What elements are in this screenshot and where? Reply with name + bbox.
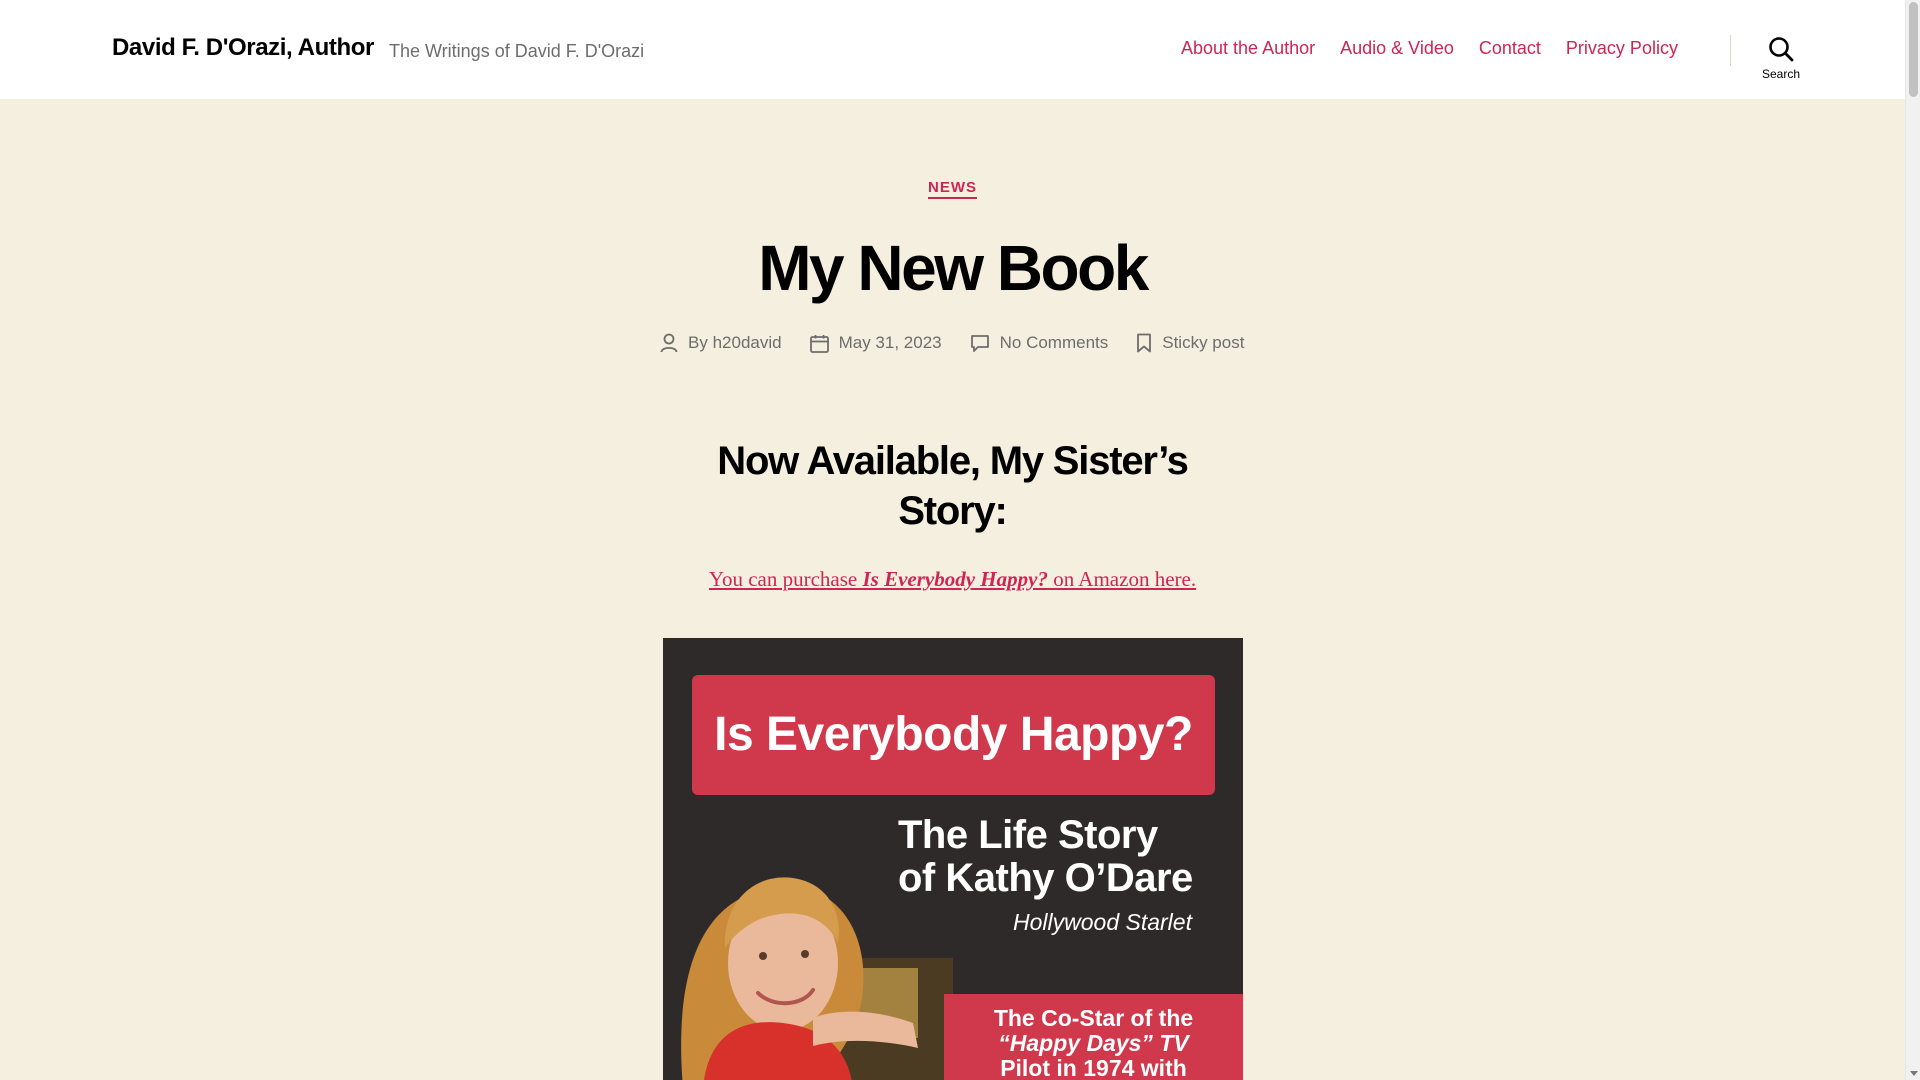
search-icon xyxy=(1769,37,1794,62)
sticky-post-label: Sticky post xyxy=(1162,333,1245,352)
scroll-down-arrow-icon[interactable] xyxy=(1910,1071,1918,1076)
bookmark-icon xyxy=(1137,333,1152,353)
site-description: The Writings of David F. D'Orazi xyxy=(389,41,645,61)
nav-divider xyxy=(1730,35,1731,66)
author-prefix: By xyxy=(688,333,708,352)
search-toggle-button[interactable]: Search xyxy=(1740,34,1822,84)
amazon-purchase-link[interactable]: You can purchase Is Everybody Happy? on … xyxy=(709,567,1196,591)
nav-item-audio-video[interactable]: Audio & Video xyxy=(1340,38,1454,59)
site-header: David F. D'Orazi, Author The Writings of… xyxy=(0,0,1905,99)
author-link[interactable]: h20david xyxy=(713,333,782,353)
category-link-news[interactable]: NEWS xyxy=(928,179,977,199)
nav-item-about-the-author[interactable]: About the Author xyxy=(1181,38,1315,59)
post-title: My New Book xyxy=(758,232,1149,304)
comments-link[interactable]: No Comments xyxy=(1000,333,1109,353)
search-label: Search xyxy=(1761,67,1801,81)
post-author-meta: By h20david xyxy=(660,333,782,353)
page-scrollbar[interactable] xyxy=(1905,0,1920,1080)
post-meta: By h20david May 31, 2023 No Comments Sti… xyxy=(660,333,1272,353)
user-icon xyxy=(660,333,678,353)
primary-navigation: About the Author Audio & Video Contact P… xyxy=(1181,38,1703,59)
site-title[interactable]: David F. D'Orazi, Author xyxy=(112,34,374,62)
post-heading: Now Available, My Sister’s Story: xyxy=(717,439,1189,533)
comment-icon xyxy=(970,334,989,352)
post-sticky-meta: Sticky post xyxy=(1136,333,1244,353)
cover-info-box: The Co-Star of the “Happy Days” TV Pilot… xyxy=(944,994,1243,1080)
calendar-icon xyxy=(809,334,829,353)
entry-categories: NEWS xyxy=(0,179,1905,199)
post-comments-meta: No Comments xyxy=(970,333,1109,353)
nav-item-contact[interactable]: Contact xyxy=(1479,38,1541,59)
scrollbar-thumb[interactable] xyxy=(1909,2,1918,97)
cover-starlet-caption: Hollywood Starlet xyxy=(1013,909,1192,935)
book-cover-image: Is Everybody Happy? The Life Story of Ka… xyxy=(663,638,1243,1080)
post-date-link[interactable]: May 31, 2023 xyxy=(839,333,942,353)
purchase-paragraph: You can purchase Is Everybody Happy? on … xyxy=(0,567,1905,592)
cover-title-banner: Is Everybody Happy? xyxy=(692,675,1215,795)
post-date-meta: May 31, 2023 xyxy=(809,333,942,353)
nav-item-privacy-policy[interactable]: Privacy Policy xyxy=(1566,38,1678,59)
